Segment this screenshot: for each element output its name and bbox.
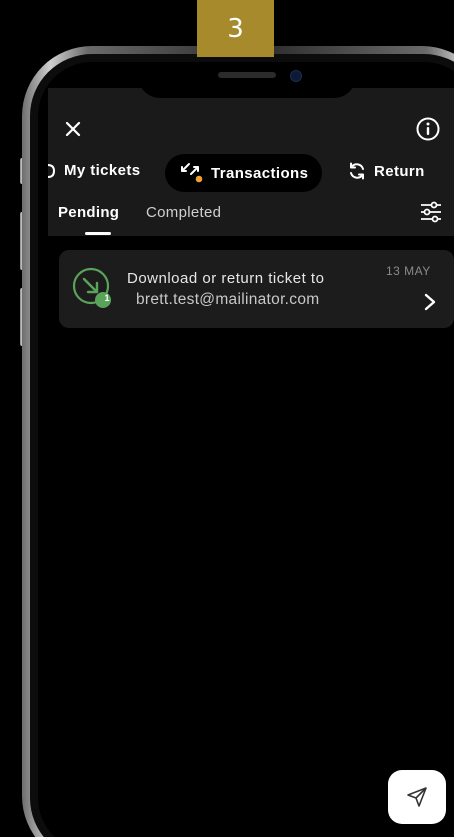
tab-return[interactable]: Return [348,162,425,180]
download-arrow-icon [72,267,111,308]
tab-return-label: Return [374,162,425,180]
subtab-completed[interactable]: Completed [146,204,221,221]
tab-transactions-label: Transactions [211,164,309,182]
transaction-email: brett.test@mailinator.com [136,291,320,308]
filter-sliders-icon [421,201,441,223]
stage: 3 My tickets Transactions Return Pending… [0,0,454,837]
close-icon [65,121,81,137]
tab-my-tickets[interactable]: My tickets [48,162,141,179]
info-button[interactable] [416,117,440,141]
chevron-right-icon [424,293,436,311]
send-icon [407,787,427,807]
sub-tabs: Pending Completed [48,201,454,236]
filter-button[interactable] [420,201,442,223]
transaction-card[interactable]: 1 Download or return ticket to brett.tes… [59,250,454,328]
subtab-completed-label: Completed [146,204,222,221]
transaction-count-badge: 1 [104,293,110,303]
front-camera [290,70,302,82]
transaction-date: 13 MAY [386,264,431,278]
tab-transactions[interactable]: Transactions [165,154,323,192]
step-number: 3 [227,13,244,44]
transfer-icon [181,163,203,183]
tab-my-tickets-label: My tickets [64,162,141,179]
notch [138,62,356,98]
app-header: My tickets Transactions Return Pending C… [48,88,454,236]
phone-screen: My tickets Transactions Return Pending C… [38,62,454,837]
main-tabs: My tickets Transactions Return [48,153,454,193]
transaction-title: Download or return ticket to [127,270,325,287]
close-button[interactable] [62,118,84,140]
notification-dot [195,175,203,183]
refresh-icon [350,162,364,180]
ticket-icon [48,163,56,178]
speaker-grille [218,72,276,78]
step-badge: 3 [197,0,274,57]
send-button[interactable] [388,770,446,824]
info-icon [416,117,440,141]
subtab-pending-label: Pending [58,204,120,221]
subtab-pending[interactable]: Pending [58,204,119,221]
active-tab-indicator [85,232,111,235]
